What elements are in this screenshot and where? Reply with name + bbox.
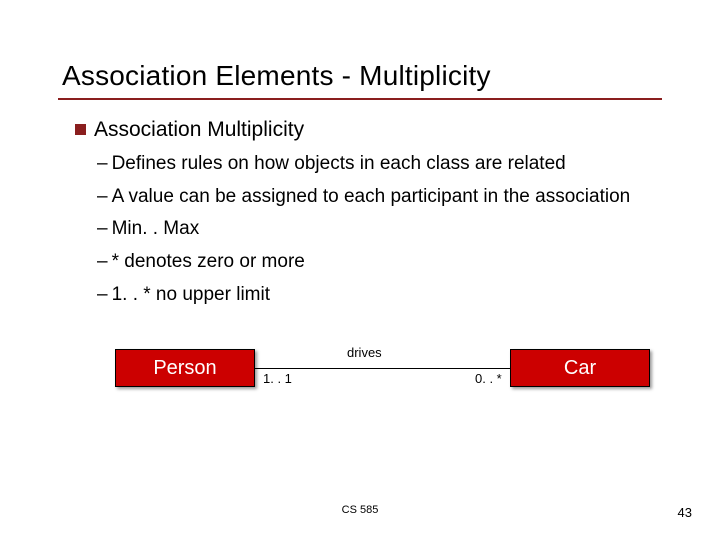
list-item-text: * denotes zero or more — [112, 251, 305, 272]
uml-diagram: Person drives 1. . 1 0. . * Car — [115, 337, 675, 407]
class-car: Car — [510, 349, 650, 387]
list-item: –Min. . Max — [97, 217, 680, 242]
association-label: drives — [345, 345, 384, 360]
page-number: 43 — [678, 505, 692, 520]
section-heading: Association Multiplicity — [94, 118, 304, 142]
multiplicity-left: 1. . 1 — [263, 371, 292, 386]
slide: Association Elements - Multiplicity Asso… — [0, 0, 720, 540]
list-item: –Defines rules on how objects in each cl… — [97, 152, 680, 177]
slide-title: Association Elements - Multiplicity — [0, 0, 720, 98]
class-person: Person — [115, 349, 255, 387]
association-line — [255, 368, 510, 369]
list-item-text: 1. . * no upper limit — [112, 284, 270, 305]
list-item-text: Min. . Max — [112, 218, 200, 239]
footer-course: CS 585 — [0, 504, 720, 516]
section-heading-row: Association Multiplicity — [75, 118, 680, 142]
multiplicity-right: 0. . * — [475, 371, 502, 386]
list-item: –A value can be assigned to each partici… — [97, 185, 680, 210]
list-item-text: Defines rules on how objects in each cla… — [112, 153, 566, 174]
bullet-list: –Defines rules on how objects in each cl… — [75, 152, 680, 307]
list-item: –1. . * no upper limit — [97, 283, 680, 308]
square-bullet-icon — [75, 124, 86, 135]
content-area: Association Multiplicity –Defines rules … — [0, 100, 720, 407]
list-item-text: A value can be assigned to each particip… — [112, 186, 631, 207]
list-item: –* denotes zero or more — [97, 250, 680, 275]
